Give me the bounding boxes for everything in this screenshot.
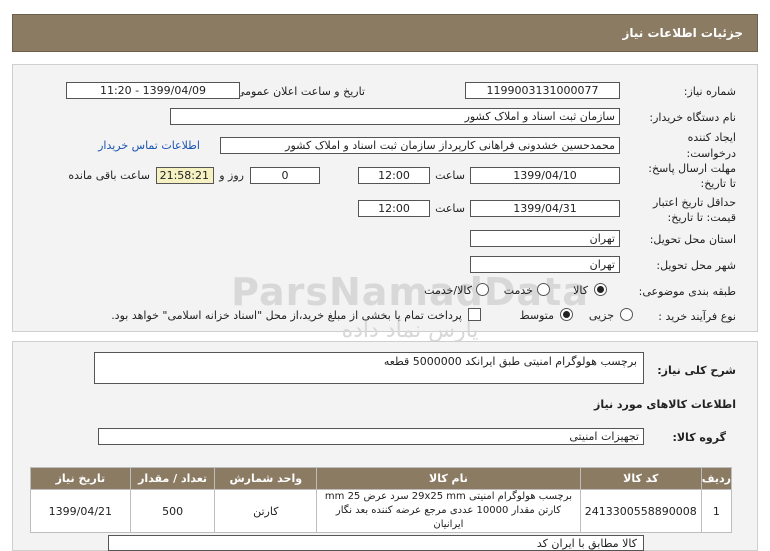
col-row: ردیف — [700, 467, 733, 490]
category-label: طبقه بندی موضوعی: — [638, 285, 736, 298]
need-number-label: شماره نیاز: — [683, 85, 736, 98]
col-name: نام کالا — [316, 467, 581, 490]
buyer-org-field[interactable]: سازمان ثبت اسناد و املاک کشور — [170, 108, 620, 125]
validity-time-label: ساعت — [435, 202, 465, 215]
process-option-minor: جزیی — [588, 309, 614, 322]
cell-code: 2413300558890008 — [579, 489, 702, 533]
city-label: شهر محل تحویل: — [656, 259, 736, 272]
goods-group-field[interactable]: تجهیزات امنیتی — [98, 428, 644, 445]
deadline-time-label: ساعت — [435, 169, 465, 182]
category-option-service: خدمت — [503, 284, 533, 297]
cell-name-line2: کارتن مقدار 10000 عددی مرجع عرضه کننده ب… — [335, 505, 561, 530]
table-row[interactable]: 1 2413300558890008 برچسب هولوگرام امنیتی… — [30, 489, 733, 533]
col-qty: تعداد / مقدار — [129, 467, 216, 490]
validity-time-field[interactable]: 12:00 — [358, 200, 430, 217]
treasury-payment-note: پرداخت تمام یا بخشی از مبلغ خرید،از محل … — [111, 309, 462, 322]
buyer-contact-link[interactable]: اطلاعات تماس خریدار — [98, 139, 200, 152]
province-label: استان محل تحویل: — [649, 233, 736, 246]
days-remaining-field[interactable]: 0 — [250, 167, 320, 184]
description-text: برچسب هولوگرام امنیتی طبق ایرانکد 500000… — [383, 355, 637, 368]
cell-date: 1399/04/21 — [30, 489, 131, 533]
announce-datetime-field[interactable]: 1399/04/09 - 11:20 — [66, 82, 240, 99]
category-radio-service[interactable] — [537, 283, 550, 296]
days-label: روز و — [219, 169, 244, 182]
treasury-payment-checkbox[interactable] — [468, 308, 481, 321]
validity-date-field[interactable]: 1399/04/31 — [470, 200, 620, 217]
deadline-label-line2: تا تاریخ: — [700, 177, 736, 190]
cell-name-line1: برچسب هولوگرام امنیتی 29x25 mm سرد عرض 2… — [324, 491, 572, 502]
cell-name: برچسب هولوگرام امنیتی 29x25 mm سرد عرض 2… — [316, 489, 581, 533]
deadline-date-field[interactable]: 1399/04/10 — [470, 167, 620, 184]
cell-unit: کارتن — [214, 489, 318, 533]
cell-row: 1 — [700, 489, 733, 533]
validity-label-line1: حداقل تاریخ اعتبار — [652, 196, 736, 209]
process-option-medium: متوسط — [519, 309, 554, 322]
process-radio-minor[interactable] — [620, 308, 633, 321]
cell-qty: 500 — [129, 489, 216, 533]
deadline-label-line1: مهلت ارسال پاسخ: — [648, 162, 736, 175]
goods-group-label: گروه کالا: — [672, 431, 726, 444]
col-code: کد کالا — [579, 467, 702, 490]
deadline-time-field[interactable]: 12:00 — [358, 167, 430, 184]
buyer-org-label: نام دستگاه خریدار: — [649, 111, 736, 124]
process-label: نوع فرآیند خرید : — [658, 310, 736, 323]
goods-table-header: ردیف کد کالا نام کالا واحد شمارش تعداد /… — [30, 467, 733, 490]
province-field[interactable]: تهران — [470, 230, 620, 247]
category-option-goods-service: کالا/خدمت — [424, 284, 472, 297]
announce-label: تاریخ و ساعت اعلان عمومی: — [232, 85, 365, 98]
goods-table: ردیف کد کالا نام کالا واحد شمارش تعداد /… — [30, 467, 733, 533]
creator-field[interactable]: محمدحسین خشدونی فراهانی کارپرداز سازمان … — [220, 137, 620, 154]
page-header: جزئیات اطلاعات نیاز — [12, 14, 758, 52]
page-title: جزئیات اطلاعات نیاز — [622, 26, 743, 40]
buyer-notes-box[interactable]: کالا مطابق با ایران کد — [108, 535, 644, 551]
need-number-field[interactable]: 1199003131000077 — [465, 82, 620, 99]
description-box[interactable]: برچسب هولوگرام امنیتی طبق ایرانکد 500000… — [94, 352, 644, 384]
creator-label-line2: درخواست: — [686, 147, 736, 160]
remaining-time-label: ساعت باقی مانده — [68, 169, 150, 182]
validity-label-line2: قیمت: تا تاریخ: — [667, 211, 736, 224]
category-option-goods: کالا — [573, 284, 588, 297]
category-radio-goods[interactable] — [594, 283, 607, 296]
description-label: شرح کلی نیاز: — [657, 364, 736, 377]
col-unit: واحد شمارش — [214, 467, 318, 490]
city-field[interactable]: تهران — [470, 256, 620, 273]
buyer-notes-text: کالا مطابق با ایران کد — [536, 537, 637, 550]
creator-label-line1: ایجاد کننده — [687, 131, 736, 144]
col-date: تاریخ نیاز — [30, 467, 131, 490]
goods-info-title: اطلاعات کالاهای مورد نیاز — [594, 398, 736, 411]
remaining-time-field: 21:58:21 — [156, 167, 214, 184]
process-radio-medium[interactable] — [560, 308, 573, 321]
category-radio-goods-service[interactable] — [476, 283, 489, 296]
